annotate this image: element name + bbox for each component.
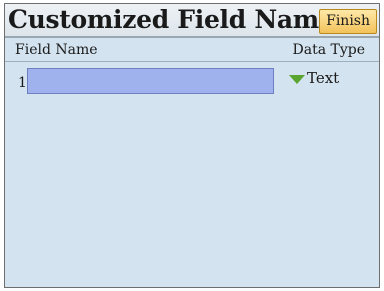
- data-type-dropdown[interactable]: Text: [289, 69, 339, 93]
- title-bar: Customized Field Name Finish: [5, 4, 379, 38]
- field-name-input[interactable]: [27, 68, 274, 94]
- page-title: Customized Field Name: [8, 5, 335, 34]
- column-header-field-name: Field Name: [15, 42, 98, 58]
- custom-field-screen: Customized Field Name Finish Field Name …: [4, 3, 380, 288]
- finish-button[interactable]: Finish: [319, 9, 377, 34]
- column-header: Field Name Data Type: [5, 40, 379, 62]
- data-type-value: Text: [307, 69, 340, 87]
- triangle-down-icon: [289, 74, 305, 84]
- column-header-data-type: Data Type: [292, 42, 366, 58]
- row-index: 1: [18, 75, 27, 91]
- field-row: 1 Text: [5, 68, 379, 96]
